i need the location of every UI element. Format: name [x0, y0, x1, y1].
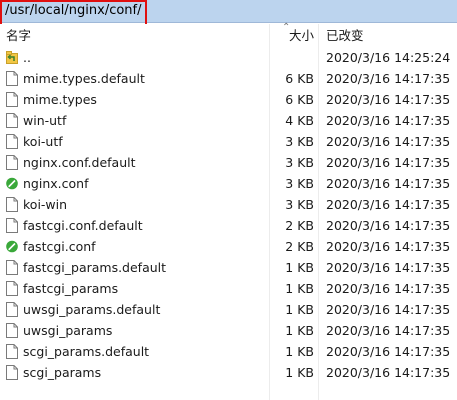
file-modified: 2020/3/16 14:17:35 [326, 239, 451, 254]
file-name: koi-utf [23, 134, 63, 149]
conf-file-icon [6, 240, 18, 253]
file-row[interactable]: mime.types.default 6 KB 2020/3/16 14:17:35 [0, 68, 457, 89]
file-modified: 2020/3/16 14:17:35 [326, 344, 451, 359]
file-modified: 2020/3/16 14:17:35 [326, 92, 451, 107]
file-modified: 2020/3/16 14:17:35 [326, 281, 451, 296]
file-name: .. [23, 50, 31, 65]
file-name: win-utf [23, 113, 67, 128]
file-icon [6, 113, 18, 128]
file-size: 3 KB [285, 197, 314, 212]
file-size: 3 KB [285, 155, 314, 170]
file-modified: 2020/3/16 14:17:35 [326, 113, 451, 128]
file-size: 4 KB [285, 113, 314, 128]
file-modified: 2020/3/16 14:25:24 [326, 50, 451, 65]
file-modified: 2020/3/16 14:17:35 [326, 218, 451, 233]
path-bar[interactable]: /usr/local/nginx/conf/ [0, 0, 457, 23]
file-name: scgi_params.default [23, 344, 150, 359]
file-name: mime.types [23, 92, 97, 107]
file-modified: 2020/3/16 14:17:35 [326, 197, 451, 212]
column-header-modified[interactable]: 已改变 [326, 24, 364, 48]
file-modified: 2020/3/16 14:17:35 [326, 260, 451, 275]
file-size: 2 KB [285, 218, 314, 233]
sort-arrow-icon: ⌃ [282, 22, 291, 33]
path-text[interactable]: /usr/local/nginx/conf/ [5, 3, 142, 18]
file-size: 2 KB [285, 239, 314, 254]
file-name: fastcgi_params [23, 281, 119, 296]
file-row[interactable]: .. 2020/3/16 14:25:24 [0, 47, 457, 68]
parent-folder-icon [6, 51, 18, 64]
file-size: 6 KB [285, 71, 314, 86]
file-size: 1 KB [285, 344, 314, 359]
file-list: .. 2020/3/16 14:25:24 mime.types.default 6 … [0, 47, 457, 383]
file-modified: 2020/3/16 14:17:35 [326, 302, 451, 317]
file-row[interactable]: scgi_params.default 1 KB 2020/3/16 14:17:3… [0, 341, 457, 362]
file-icon [6, 92, 18, 107]
file-name: uwsgi_params.default [23, 302, 161, 317]
file-row[interactable]: scgi_params 1 KB 2020/3/16 14:17:35 [0, 362, 457, 383]
file-modified: 2020/3/16 14:17:35 [326, 71, 451, 86]
column-header-name[interactable]: 名字 [6, 24, 31, 48]
file-name: koi-win [23, 197, 68, 212]
file-size: 3 KB [285, 176, 314, 191]
file-row[interactable]: nginx.conf.default 3 KB 2020/3/16 14:17:35 [0, 152, 457, 173]
file-name: uwsgi_params [23, 323, 113, 338]
file-icon [6, 365, 18, 380]
file-size: 1 KB [285, 302, 314, 317]
file-row[interactable]: uwsgi_params 1 KB 2020/3/16 14:17:35 [0, 320, 457, 341]
file-name: scgi_params [23, 365, 102, 380]
file-size: 1 KB [285, 365, 314, 380]
file-name: mime.types.default [23, 71, 145, 86]
conf-file-icon [6, 177, 18, 190]
file-row[interactable]: nginx.conf 3 KB 2020/3/16 14:17:35 [0, 173, 457, 194]
file-size: 1 KB [285, 281, 314, 296]
file-modified: 2020/3/16 14:17:35 [326, 176, 451, 191]
file-icon [6, 71, 18, 86]
file-row[interactable]: koi-win 3 KB 2020/3/16 14:17:35 [0, 194, 457, 215]
file-icon [6, 260, 18, 275]
column-header: 名字 大小 已改变 [0, 24, 457, 48]
file-modified: 2020/3/16 14:17:35 [326, 365, 451, 380]
file-name: fastcgi.conf.default [23, 218, 143, 233]
file-row[interactable]: win-utf 4 KB 2020/3/16 14:17:35 [0, 110, 457, 131]
file-row[interactable]: fastcgi.conf.default 2 KB 2020/3/16 14:17:… [0, 215, 457, 236]
file-icon [6, 134, 18, 149]
file-icon [6, 218, 18, 233]
file-name: nginx.conf [23, 176, 89, 191]
file-icon [6, 281, 18, 296]
file-row[interactable]: fastcgi_params.default 1 KB 2020/3/16 14:1… [0, 257, 457, 278]
file-size: 1 KB [285, 323, 314, 338]
file-name: fastcgi.conf [23, 239, 96, 254]
file-icon [6, 197, 18, 212]
file-icon [6, 155, 18, 170]
file-icon [6, 302, 18, 317]
file-size: 6 KB [285, 92, 314, 107]
file-size: 3 KB [285, 134, 314, 149]
file-size: 1 KB [285, 260, 314, 275]
file-row[interactable]: koi-utf 3 KB 2020/3/16 14:17:35 [0, 131, 457, 152]
file-icon [6, 323, 18, 338]
file-row[interactable]: fastcgi_params 1 KB 2020/3/16 14:17:35 [0, 278, 457, 299]
file-icon [6, 344, 18, 359]
file-row[interactable]: uwsgi_params.default 1 KB 2020/3/16 14:17:… [0, 299, 457, 320]
file-modified: 2020/3/16 14:17:35 [326, 155, 451, 170]
file-name: nginx.conf.default [23, 155, 136, 170]
file-row[interactable]: fastcgi.conf 2 KB 2020/3/16 14:17:35 [0, 236, 457, 257]
file-row[interactable]: mime.types 6 KB 2020/3/16 14:17:35 [0, 89, 457, 110]
file-modified: 2020/3/16 14:17:35 [326, 134, 451, 149]
file-name: fastcgi_params.default [23, 260, 167, 275]
file-modified: 2020/3/16 14:17:35 [326, 323, 451, 338]
